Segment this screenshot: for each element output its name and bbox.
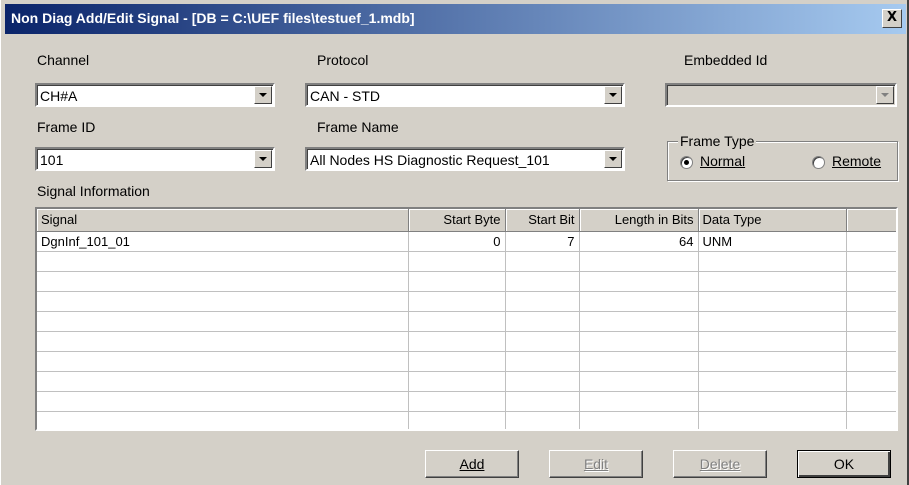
frame-id-dropdown[interactable]: 101 bbox=[35, 147, 275, 171]
chevron-down-icon bbox=[876, 86, 894, 104]
cell-extra[interactable] bbox=[846, 231, 896, 252]
protocol-label: Protocol bbox=[317, 52, 369, 68]
column-header-start-byte[interactable]: Start Byte bbox=[408, 209, 506, 232]
normal-radio[interactable] bbox=[680, 156, 693, 169]
signal-information-label: Signal Information bbox=[37, 183, 150, 199]
empty-row[interactable] bbox=[37, 251, 896, 272]
table-row[interactable]: DgnInf_101_01 0 7 64 UNM bbox=[37, 231, 896, 252]
cell-start-bit[interactable]: 7 bbox=[505, 231, 580, 252]
signal-table-grid: Signal Start Byte Start Bit Length in Bi… bbox=[37, 209, 896, 429]
column-header-length-in-bits[interactable]: Length in Bits bbox=[579, 209, 699, 232]
column-header-signal[interactable]: Signal bbox=[37, 209, 409, 232]
protocol-value: CAN - STD bbox=[310, 88, 380, 104]
add-button[interactable]: Add bbox=[425, 450, 519, 478]
empty-row[interactable] bbox=[37, 411, 896, 429]
ok-button[interactable]: OK bbox=[797, 450, 891, 478]
empty-row[interactable] bbox=[37, 271, 896, 292]
close-button[interactable]: X bbox=[882, 9, 902, 28]
frame-name-label: Frame Name bbox=[317, 119, 399, 135]
window-title: Non Diag Add/Edit Signal - [DB = C:\UEF … bbox=[11, 10, 415, 26]
add-button-label: Add bbox=[459, 456, 485, 472]
dialog-window: Non Diag Add/Edit Signal - [DB = C:\UEF … bbox=[0, 0, 909, 485]
edit-button-label: Edit bbox=[583, 456, 609, 472]
title-bar[interactable]: Non Diag Add/Edit Signal - [DB = C:\UEF … bbox=[5, 4, 906, 34]
column-header-data-type[interactable]: Data Type bbox=[698, 209, 847, 232]
signal-table[interactable]: Signal Start Byte Start Bit Length in Bi… bbox=[35, 207, 898, 431]
normal-radio-label[interactable]: Normal bbox=[700, 153, 745, 169]
frame-id-value: 101 bbox=[40, 152, 64, 168]
chevron-down-icon[interactable] bbox=[604, 86, 622, 104]
empty-row[interactable] bbox=[37, 351, 896, 372]
normal-radio-text: Normal bbox=[700, 153, 746, 169]
empty-row[interactable] bbox=[37, 391, 896, 412]
frame-type-label: Frame Type bbox=[678, 133, 757, 149]
frame-name-value: All Nodes HS Diagnostic Request_101 bbox=[310, 152, 550, 168]
remote-radio[interactable] bbox=[812, 156, 825, 169]
chevron-down-icon[interactable] bbox=[604, 150, 622, 168]
remote-radio-label[interactable]: Remote bbox=[832, 153, 881, 169]
frame-name-dropdown[interactable]: All Nodes HS Diagnostic Request_101 bbox=[305, 147, 625, 171]
cell-start-byte[interactable]: 0 bbox=[408, 231, 506, 252]
column-header-start-bit[interactable]: Start Bit bbox=[505, 209, 580, 232]
chevron-down-icon[interactable] bbox=[254, 86, 272, 104]
frame-type-group: Frame Type Normal Remote bbox=[667, 133, 898, 181]
embedded-id-label: Embedded Id bbox=[684, 52, 768, 68]
protocol-dropdown[interactable]: CAN - STD bbox=[305, 83, 625, 107]
channel-value: CH#A bbox=[40, 88, 78, 104]
empty-row[interactable] bbox=[37, 331, 896, 352]
chevron-down-icon[interactable] bbox=[254, 150, 272, 168]
frame-id-label: Frame ID bbox=[37, 119, 96, 135]
empty-row[interactable] bbox=[37, 311, 896, 332]
remote-radio-text: Remote bbox=[832, 153, 882, 169]
cell-length-in-bits[interactable]: 64 bbox=[579, 231, 699, 252]
cell-signal[interactable]: DgnInf_101_01 bbox=[37, 231, 409, 252]
channel-label: Channel bbox=[37, 52, 90, 68]
delete-button: Delete bbox=[673, 450, 767, 478]
cell-data-type[interactable]: UNM bbox=[698, 231, 847, 252]
empty-row[interactable] bbox=[37, 291, 896, 312]
delete-button-label: Delete bbox=[699, 456, 741, 472]
table-header-row: Signal Start Byte Start Bit Length in Bi… bbox=[37, 209, 896, 232]
edit-button: Edit bbox=[549, 450, 643, 478]
embedded-id-dropdown bbox=[665, 83, 897, 107]
empty-row[interactable] bbox=[37, 371, 896, 392]
channel-dropdown[interactable]: CH#A bbox=[35, 83, 275, 107]
column-header-blank bbox=[846, 209, 896, 232]
